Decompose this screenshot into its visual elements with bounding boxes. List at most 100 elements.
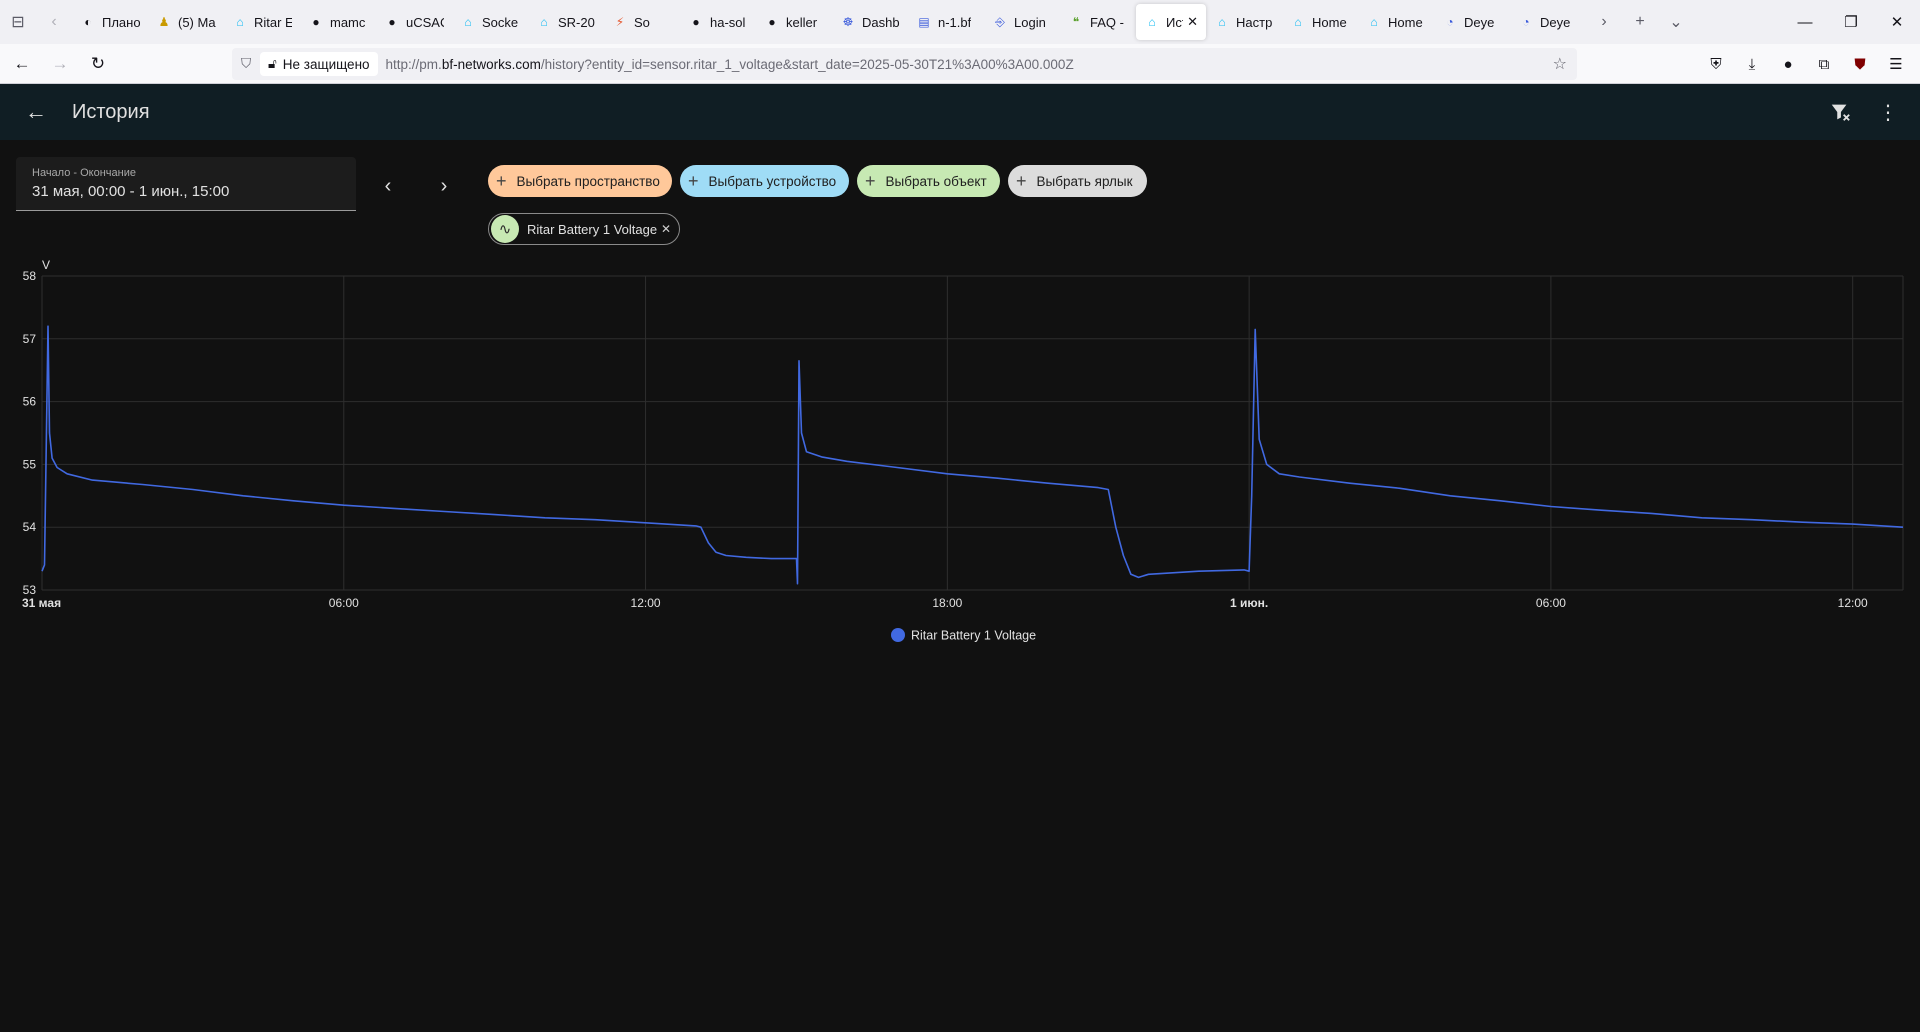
app-header: ← История ⋮ <box>0 84 1920 140</box>
browser-tab[interactable]: ⌂ Home <box>1282 4 1358 40</box>
y-tick-label: 53 <box>23 583 37 597</box>
browser-tab-label: n-1.bf <box>938 14 972 30</box>
url-text[interactable]: http://pm.bf-networks.com/history?entity… <box>386 57 1074 72</box>
browser-tab[interactable]: ☸ Dashb <box>832 4 908 40</box>
browser-tab[interactable]: ❝ FAQ - <box>1060 4 1136 40</box>
series-line-ritar-battery-1-voltage[interactable] <box>41 325 1904 585</box>
browser-tab[interactable]: ⌂ Ист✕ <box>1136 4 1206 40</box>
browser-tab-label: Настр <box>1236 14 1273 30</box>
github-icon: ● <box>312 15 320 29</box>
insecure-label: Не защищено <box>282 56 370 72</box>
menu-icon[interactable]: ☰ <box>1878 48 1914 80</box>
back-arrow-icon[interactable]: ← <box>12 88 60 136</box>
remove-entity-icon[interactable]: ✕ <box>661 222 671 236</box>
browser-tab-label: (5) Ma <box>178 14 216 30</box>
ublock-icon[interactable]: ⛊ <box>1842 48 1878 80</box>
choose-label-chip[interactable]: + Выбрать ярлык <box>1008 165 1147 197</box>
extensions-icon[interactable]: ⧉ <box>1806 48 1842 80</box>
browser-tab[interactable]: ♟ (5) Ma <box>148 4 224 40</box>
tab-overflow-icon[interactable]: ⌄ <box>1658 4 1694 40</box>
insecure-badge[interactable]: 🔓︎ Не защищено <box>260 52 378 76</box>
plus-icon: + <box>688 170 699 191</box>
plus-icon: + <box>865 170 876 191</box>
tab-list: ◐ Плано ♟ (5) Ma ⌂ Ritar E ● mamc ● uCSAC ⌂ Socke ⌂ S… <box>72 0 1586 44</box>
browser-tab-label: ha-sol <box>710 14 746 30</box>
home-assistant-icon: ⌂ <box>1218 15 1226 29</box>
scroll-tabs-right-icon[interactable]: › <box>1586 4 1622 40</box>
url-domain: bf-networks.com <box>441 56 541 72</box>
account-icon[interactable]: ● <box>1770 48 1806 80</box>
bookmark-star-icon[interactable]: ☆ <box>1553 54 1567 74</box>
date-range-picker[interactable]: Начало - Окончание 31 мая, 00:00 - 1 июн… <box>16 157 356 211</box>
browser-tab[interactable]: ◐ Плано <box>72 4 148 40</box>
browser-tab[interactable]: ● ha-sol <box>680 4 756 40</box>
header-actions: ⋮ <box>1816 88 1912 136</box>
toolbar-extensions: ⛨ ⤓ ● ⧉ ⛊ ☰ <box>1698 48 1914 80</box>
home-assistant-icon: ⌂ <box>1370 15 1378 29</box>
github-icon: ● <box>692 15 700 29</box>
scroll-tabs-left-icon[interactable]: ‹ <box>36 4 72 40</box>
home-assistant-icon: ⌂ <box>1294 15 1302 29</box>
reload-icon[interactable]: ↻ <box>82 48 114 80</box>
browser-tab-label: FAQ - <box>1090 14 1124 30</box>
shield-icon[interactable]: ⛉ <box>232 56 260 72</box>
browser-tab-label: keller <box>786 14 818 30</box>
browser-tab-label: Login <box>1014 14 1046 30</box>
browser-tab[interactable]: ⌂ SR-20 <box>528 4 604 40</box>
back-icon[interactable]: ← <box>6 48 38 80</box>
browser-tab[interactable]: ⌂ Socke <box>452 4 528 40</box>
home-assistant-icon: ⌂ <box>1148 15 1156 29</box>
browser-tab[interactable]: ⎆ Login <box>984 4 1060 40</box>
browser-tab[interactable]: ⌂ Ritar E <box>224 4 300 40</box>
next-period-icon[interactable]: › <box>424 166 464 206</box>
overflow-menu-icon[interactable]: ⋮ <box>1864 88 1912 136</box>
browser-tab[interactable]: ⌂ Home <box>1358 4 1434 40</box>
browser-tab[interactable]: ◔ Deye <box>1510 4 1586 40</box>
y-axis-ticks: 53 54 55 56 57 58 <box>23 269 37 597</box>
chart-grid <box>41 275 1904 591</box>
browser-tab[interactable]: ⚡ So <box>604 4 680 40</box>
deye-icon: ◔ <box>1522 15 1530 29</box>
y-tick-label: 56 <box>23 395 37 409</box>
legend-marker <box>891 628 905 642</box>
browser-tab[interactable]: ▤ n-1.bf <box>908 4 984 40</box>
browser-tab[interactable]: ● uCSAC <box>376 4 452 40</box>
chart-legend[interactable]: Ritar Battery 1 Voltage <box>891 628 1036 643</box>
forward-icon[interactable]: → <box>44 48 76 80</box>
url-prefix: http://pm. <box>385 56 442 72</box>
tab-list-icon[interactable]: ⊟ <box>0 4 36 40</box>
browser-tab[interactable]: ⌂ Настр <box>1206 4 1282 40</box>
pocket-icon[interactable]: ⛨ <box>1698 48 1734 80</box>
address-bar[interactable]: ⛉ 🔓︎ Не защищено http://pm.bf-networks.c… <box>232 48 1577 80</box>
browser-tab[interactable]: ● mamc <box>300 4 376 40</box>
choose-device-chip[interactable]: + Выбрать устройство <box>680 165 849 197</box>
new-tab-icon[interactable]: + <box>1622 4 1658 40</box>
x-tick-label: 1 июн. <box>1230 596 1268 610</box>
close-window-icon[interactable]: ✕ <box>1874 0 1920 44</box>
close-tab-icon[interactable]: ✕ <box>1187 14 1198 30</box>
browser-tab[interactable]: ● keller <box>756 4 832 40</box>
person-icon: ♟ <box>158 15 170 29</box>
x-tick-label: 06:00 <box>329 596 359 610</box>
browser-tab-label: Home <box>1388 14 1423 30</box>
choose-entity-chip[interactable]: + Выбрать объект <box>857 165 1000 197</box>
downloads-icon[interactable]: ⤓ <box>1734 48 1770 80</box>
browser-tab-label: Socke <box>482 14 519 30</box>
navigation-bar: ← → ↻ ⛉ 🔓︎ Не защищено http://pm.bf-netw… <box>0 44 1920 84</box>
browser-tab[interactable]: ◔ Deye <box>1434 4 1510 40</box>
selected-entity-chip[interactable]: ∿ Ritar Battery 1 Voltage ✕ <box>488 213 680 245</box>
history-chart[interactable]: 53 54 55 56 57 58 31 мая 06:00 12:00 18:00 1 июн.… <box>0 255 1920 655</box>
x-tick-label: 06:00 <box>1536 596 1566 610</box>
home-assistant-icon: ⌂ <box>540 15 548 29</box>
clear-filter-icon[interactable] <box>1816 88 1864 136</box>
previous-period-icon[interactable]: ‹ <box>368 166 408 206</box>
restore-icon[interactable]: ❐ <box>1828 0 1874 44</box>
choose-area-chip[interactable]: + Выбрать пространство <box>488 165 672 197</box>
plus-icon: + <box>1016 170 1027 191</box>
faq-icon: ❝ <box>1072 15 1080 29</box>
y-tick-label: 57 <box>23 332 37 346</box>
browser-tab-label: Dashb <box>862 14 900 30</box>
minimize-icon[interactable]: — <box>1782 0 1828 44</box>
x-tick-label: 18:00 <box>932 596 962 610</box>
browser-tab-label: Deye <box>1540 14 1571 30</box>
